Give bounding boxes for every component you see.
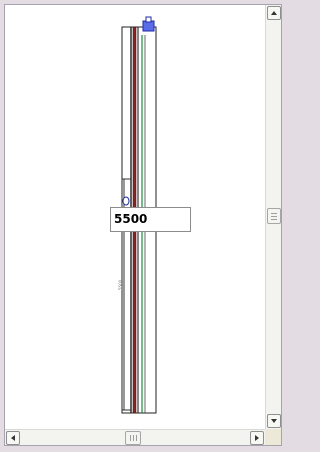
- arrow-down-icon: [271, 419, 277, 423]
- vertical-scroll-thumb[interactable]: [267, 208, 281, 224]
- dimension-value-input[interactable]: 5500: [110, 207, 191, 232]
- vertical-dimension-text: 5500: [118, 279, 123, 290]
- drawing-canvas[interactable]: 5500 5500: [5, 5, 265, 429]
- scroll-right-button[interactable]: [250, 431, 264, 445]
- scrollbar-corner: [265, 429, 281, 445]
- arrow-left-icon: [11, 435, 15, 441]
- vertical-scrollbar[interactable]: [265, 5, 281, 429]
- scroll-left-button[interactable]: [6, 431, 20, 445]
- horizontal-scrollbar[interactable]: [5, 429, 265, 445]
- horizontal-scroll-thumb[interactable]: [125, 431, 141, 445]
- dimension-grip: [122, 196, 130, 206]
- arrow-up-icon: [271, 11, 277, 15]
- scroll-up-button[interactable]: [267, 6, 281, 20]
- drawing-viewport: 5500 5500: [4, 4, 282, 446]
- arrow-right-icon: [255, 435, 259, 441]
- scroll-down-button[interactable]: [267, 414, 281, 428]
